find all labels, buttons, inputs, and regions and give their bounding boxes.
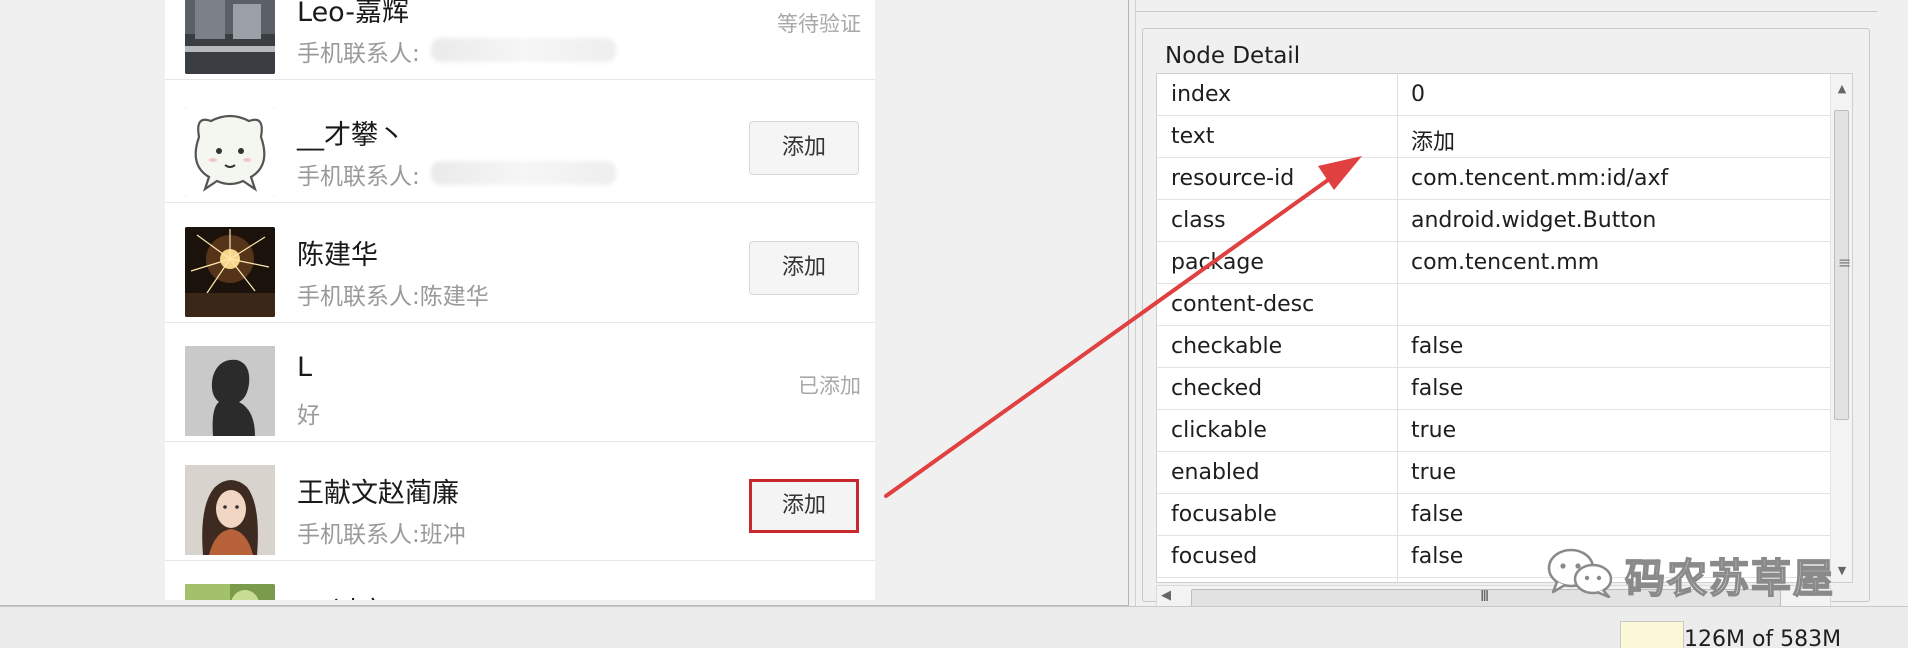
column-separator: [1397, 200, 1398, 241]
property-value: true: [1411, 460, 1457, 485]
wechat-icon: [1547, 548, 1613, 598]
green-photo-avatar[interactable]: [185, 584, 275, 600]
column-separator: [1397, 578, 1398, 582]
column-separator: [1397, 158, 1398, 199]
property-key: checked: [1171, 376, 1263, 401]
contact-subtitle: 手机联系人:班冲: [297, 522, 466, 548]
column-separator: [1397, 284, 1398, 325]
watermark-text: 码农苏草屋: [1624, 554, 1835, 603]
property-row[interactable]: checked false: [1157, 368, 1837, 410]
contact-name: Leo-嘉辉: [297, 0, 409, 28]
property-row[interactable]: class android.widget.Button: [1157, 200, 1837, 242]
column-separator: [1397, 74, 1398, 115]
property-row[interactable]: resource-id com.tencent.mm:id/axf: [1157, 158, 1837, 200]
property-row[interactable]: text 添加: [1157, 116, 1837, 158]
contact-row[interactable]: … 过客: [165, 562, 875, 600]
property-value: com.tencent.mm: [1411, 250, 1600, 275]
property-value: com.tencent.mm:id/axf: [1411, 166, 1669, 191]
property-key: focusable: [1171, 502, 1277, 527]
contact-status-label: 已添加: [798, 374, 861, 398]
node-detail-title: Node Detail: [1161, 43, 1305, 69]
scroll-up-arrow-icon[interactable]: ▲: [1831, 78, 1852, 100]
contact-subtitle: 手机联系人:: [297, 41, 420, 67]
status-bar: 126M of 583M: [0, 606, 1908, 648]
app-window: Leo-嘉辉 手机联系人: 等待验证 __才攀丶 手机联系人: 添加 陈建华 手机联系人:陈建…: [0, 0, 1908, 648]
column-separator: [1397, 494, 1398, 535]
scroll-left-arrow-icon[interactable]: ◀: [1161, 588, 1171, 603]
column-separator: [1397, 326, 1398, 367]
column-separator: [1397, 116, 1398, 157]
add-button-selected[interactable]: 添加: [749, 479, 859, 533]
contact-subtitle: 好: [297, 403, 320, 429]
property-key: content-desc: [1171, 292, 1315, 317]
property-row[interactable]: content-desc: [1157, 284, 1837, 326]
property-row[interactable]: package com.tencent.mm: [1157, 242, 1837, 284]
property-value: true: [1411, 418, 1457, 443]
contact-name: L: [297, 352, 313, 383]
cartoon-face-avatar[interactable]: [185, 107, 275, 197]
add-button[interactable]: 添加: [749, 241, 859, 295]
portrait-photo-avatar[interactable]: [185, 465, 275, 555]
property-row[interactable]: index 0: [1157, 74, 1837, 116]
panel-top-border: [1136, 0, 1878, 12]
property-key: text: [1171, 124, 1215, 149]
contact-status-label: 等待验证: [777, 12, 861, 36]
node-detail-group: index 0 text 添加 resource-id com.tencent.mm:id…: [1142, 28, 1870, 611]
node-detail-table: index 0 text 添加 resource-id com.tencent.mm:id…: [1156, 73, 1853, 583]
contact-row[interactable]: 王献文赵蔺廉手机联系人:班冲 添加: [165, 443, 875, 561]
property-key: resource-id: [1171, 166, 1295, 191]
contact-row[interactable]: L 好 已添加: [165, 324, 875, 442]
node-detail-panel: index 0 text 添加 resource-id com.tencent.mm:id…: [1136, 0, 1908, 611]
contact-list: Leo-嘉辉 手机联系人: 等待验证 __才攀丶 手机联系人: 添加 陈建华 手机联系人:陈建…: [165, 0, 875, 600]
column-separator: [1397, 536, 1398, 577]
column-separator: [1397, 410, 1398, 451]
device-screen-panel: Leo-嘉辉 手机联系人: 等待验证 __才攀丶 手机联系人: 添加 陈建华 手机联系人:陈建…: [0, 0, 1128, 606]
heap-status-text: 126M of 583M: [1684, 627, 1842, 648]
scroll-grip-icon: III: [1480, 587, 1489, 605]
column-separator: [1397, 242, 1398, 283]
panel-splitter[interactable]: [1128, 0, 1136, 606]
column-separator: [1397, 452, 1398, 493]
city-photo-avatar[interactable]: [185, 0, 275, 74]
property-value: false: [1411, 502, 1464, 527]
property-key: index: [1171, 82, 1232, 107]
property-row[interactable]: focusable false: [1157, 494, 1837, 536]
property-key: enabled: [1171, 460, 1260, 485]
contact-row[interactable]: __才攀丶手机联系人: 添加: [165, 85, 875, 203]
property-value: android.widget.Button: [1411, 208, 1657, 233]
property-key: checkable: [1171, 334, 1283, 359]
contact-subtitle: 手机联系人:陈建华: [297, 284, 489, 310]
column-separator: [1397, 368, 1398, 409]
contact-subtitle: 手机联系人:: [297, 164, 420, 190]
contact-row[interactable]: Leo-嘉辉 手机联系人: 等待验证: [165, 0, 875, 80]
heap-indicator[interactable]: [1620, 621, 1684, 648]
watermark: 码农苏草屋: [1545, 540, 1875, 603]
contact-row[interactable]: 陈建华手机联系人:陈建华 添加: [165, 205, 875, 323]
property-value: 0: [1411, 82, 1425, 107]
property-value: false: [1411, 544, 1464, 569]
contact-name: 王献文赵蔺廉: [297, 478, 459, 509]
contact-name: __才攀丶: [297, 120, 405, 151]
property-value: false: [1411, 376, 1464, 401]
property-row[interactable]: clickable true: [1157, 410, 1837, 452]
property-row[interactable]: checkable false: [1157, 326, 1837, 368]
property-value: false: [1411, 334, 1464, 359]
property-key: clickable: [1171, 418, 1267, 443]
sparkler-photo-avatar[interactable]: [185, 227, 275, 317]
property-key: class: [1171, 208, 1226, 233]
add-button[interactable]: 添加: [749, 121, 859, 175]
contact-name: 陈建华: [297, 240, 378, 271]
property-key: focused: [1171, 544, 1258, 569]
redacted-phone-blur: [431, 161, 616, 185]
vertical-scroll-thumb[interactable]: ≡: [1834, 110, 1852, 420]
scroll-grip-icon: ≡: [1838, 253, 1852, 272]
silhouette-avatar[interactable]: [185, 346, 275, 436]
property-key: package: [1171, 250, 1264, 275]
contact-name: … 过客: [297, 590, 387, 600]
property-value: 添加: [1411, 130, 1456, 155]
property-row[interactable]: enabled true: [1157, 452, 1837, 494]
redacted-phone-blur: [431, 38, 616, 62]
vertical-scrollbar[interactable]: ▲ ≡ ▼: [1830, 74, 1852, 582]
